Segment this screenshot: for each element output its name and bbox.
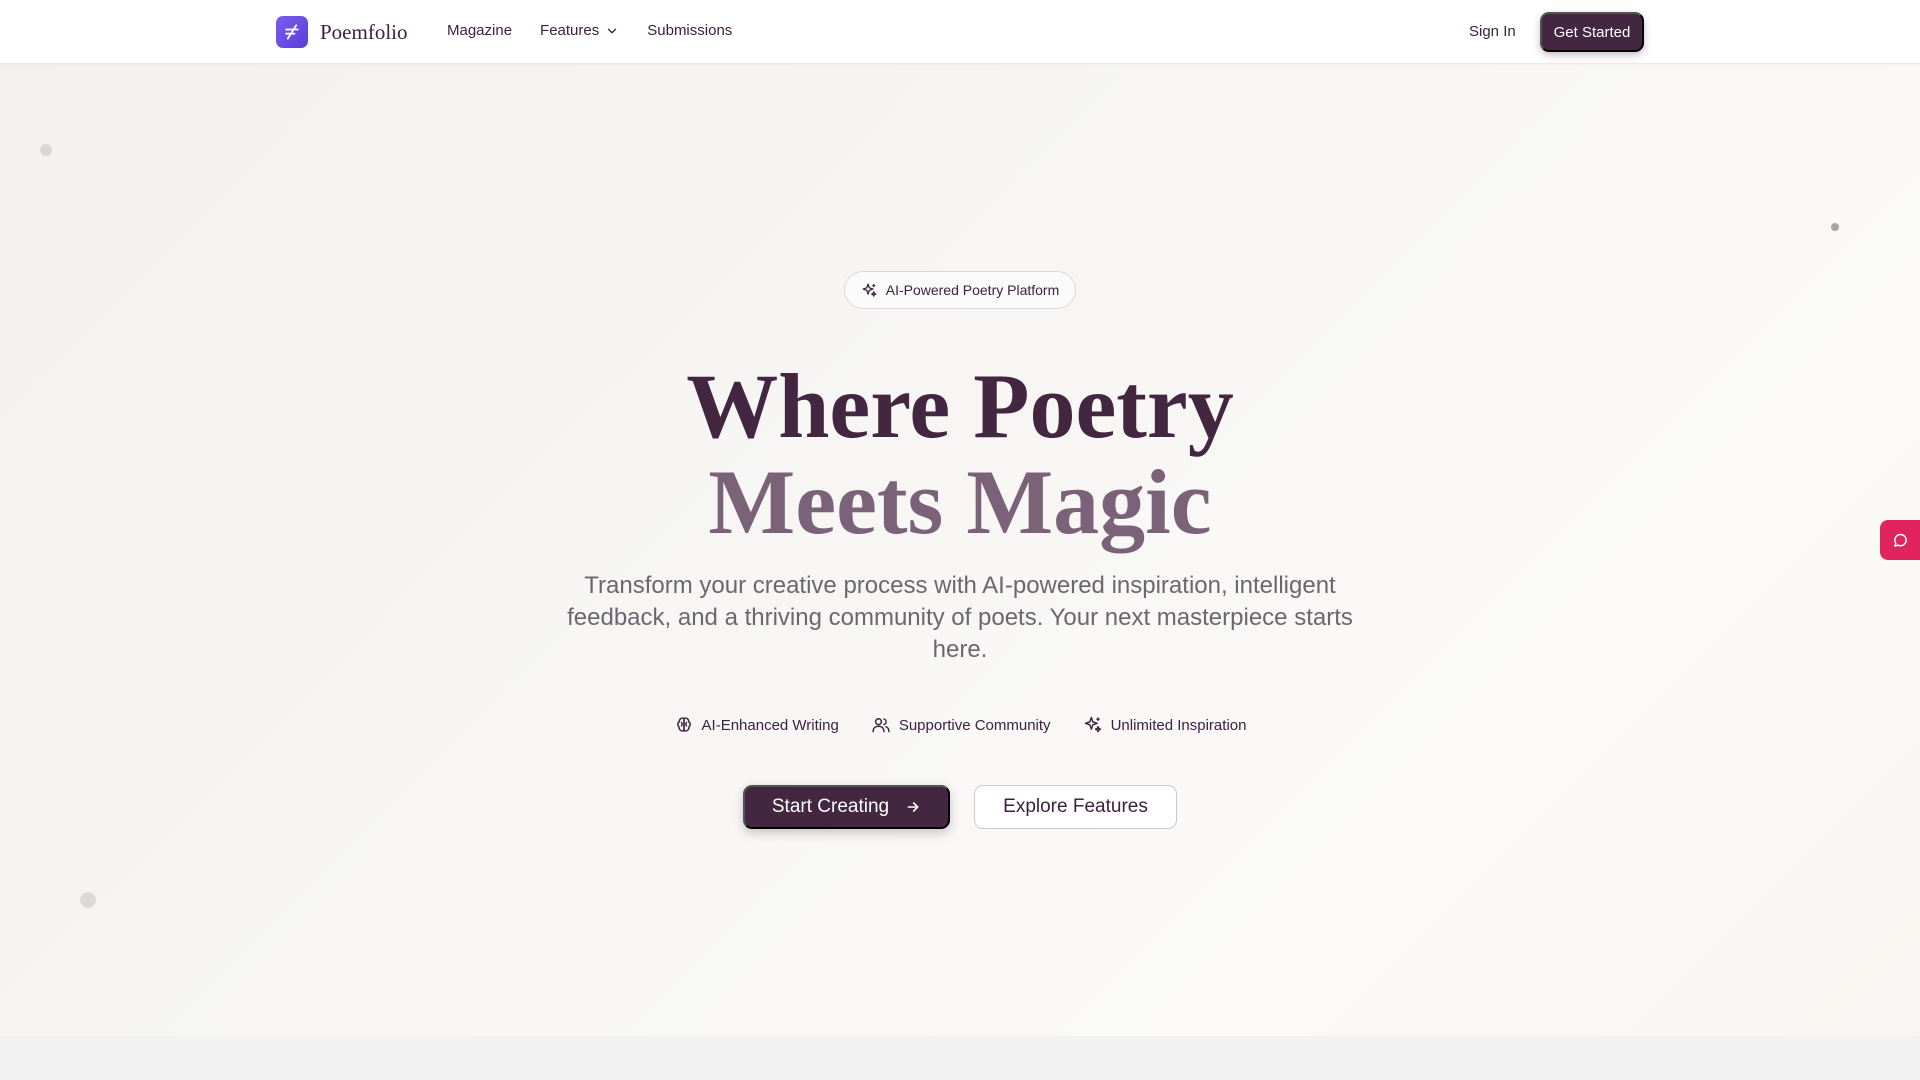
- feature-item: AI-Enhanced Writing: [674, 715, 839, 735]
- feature-label: Unlimited Inspiration: [1110, 716, 1247, 734]
- main-nav: Magazine Features Submissions: [447, 22, 732, 39]
- start-creating-button[interactable]: Start Creating: [743, 785, 950, 829]
- next-section-edge: [0, 1036, 1920, 1080]
- chat-bubble-icon: [1893, 533, 1907, 547]
- quill-icon: [276, 16, 308, 48]
- sparkles-icon: [862, 282, 877, 297]
- brain-icon: [676, 717, 691, 732]
- hero-title-line-2: Meets Magic: [708, 451, 1212, 553]
- badge-label: AI-Powered Poetry Platform: [885, 282, 1060, 298]
- feature-label: AI-Enhanced Writing: [701, 716, 839, 734]
- feature-highlights: AI-Enhanced Writing Supportive Community…: [0, 715, 1920, 735]
- hero-title-line-1: Where Poetry: [686, 355, 1234, 457]
- decorative-dot: [80, 892, 96, 908]
- nav-link-submissions[interactable]: Submissions: [647, 22, 732, 39]
- decorative-dot: [1831, 223, 1839, 231]
- explore-features-button[interactable]: Explore Features: [974, 785, 1177, 829]
- hero-badge: AI-Powered Poetry Platform: [844, 271, 1076, 309]
- nav-link-magazine[interactable]: Magazine: [447, 22, 512, 39]
- nav-link-label: Magazine: [447, 22, 513, 39]
- site-header: Poemfolio Magazine Features Submissions …: [0, 0, 1920, 64]
- feature-item: Unlimited Inspiration: [1083, 715, 1247, 735]
- sign-in-link[interactable]: Sign In: [1469, 23, 1516, 40]
- brand-logo[interactable]: Poemfolio: [276, 16, 408, 48]
- chevron-down-icon: [608, 28, 617, 33]
- feature-label: Supportive Community: [898, 716, 1051, 734]
- arrow-right-icon: [907, 802, 919, 812]
- feature-item: Supportive Community: [871, 715, 1051, 735]
- hero-subtitle: Transform your creative process with AI-…: [567, 572, 1353, 663]
- nav-link-features[interactable]: Features: [540, 22, 619, 39]
- brand-name: Poemfolio: [320, 19, 408, 44]
- button-label: Start Creating: [771, 796, 890, 817]
- sparkles-icon: [1084, 716, 1101, 733]
- users-icon: [872, 718, 890, 733]
- chat-widget-button[interactable]: [1880, 520, 1920, 560]
- nav-link-label: Submissions: [647, 22, 733, 39]
- get-started-button[interactable]: Get Started: [1540, 12, 1644, 52]
- decorative-dot: [40, 144, 52, 156]
- nav-link-label: Features: [540, 22, 600, 39]
